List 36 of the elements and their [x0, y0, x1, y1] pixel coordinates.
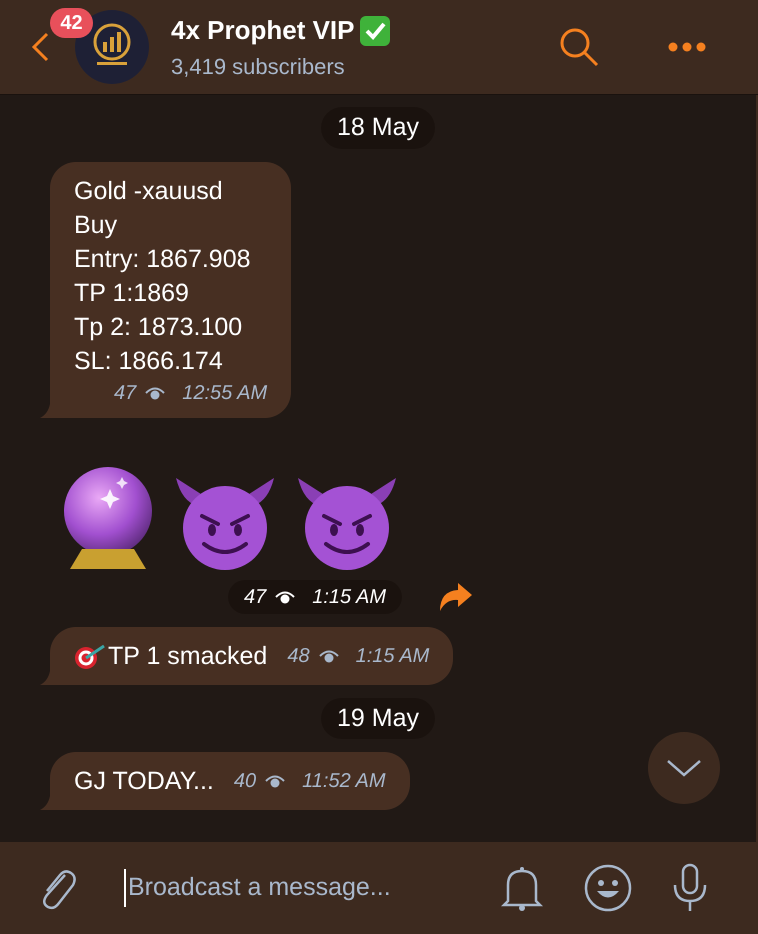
views-icon [264, 774, 286, 788]
unread-badge: 42 [50, 8, 93, 38]
more-icon [668, 42, 706, 52]
channel-title: 4x Prophet VIP [171, 14, 354, 47]
views-icon [144, 386, 166, 400]
view-count: 47 [244, 584, 266, 610]
views-icon [274, 590, 296, 604]
microphone-icon[interactable] [672, 863, 708, 913]
message-time: 11:52 AM [302, 769, 386, 794]
search-icon [558, 26, 600, 68]
search-button[interactable] [558, 26, 600, 68]
message-line: Tp 2: 1873.100 [74, 312, 244, 342]
message-line: TP 1:1869 [74, 278, 190, 308]
date-pill: 19 May [321, 698, 435, 739]
message-line: Entry: 1867.908 [74, 244, 252, 274]
more-button[interactable] [668, 42, 706, 52]
back-icon [30, 32, 50, 62]
message-time: 1:15 AM [312, 584, 386, 610]
message-line: Gold -xauusd [74, 176, 224, 206]
views-icon [318, 648, 340, 662]
chevron-down-icon [666, 759, 702, 777]
message-input[interactable]: Broadcast a message... [124, 869, 444, 907]
message-text: GJ TODAY... [74, 766, 214, 797]
subscriber-count: 3,419 subscribers [171, 53, 346, 81]
bell-icon[interactable] [500, 865, 544, 911]
share-icon[interactable] [438, 582, 472, 610]
view-count: 47 [114, 380, 136, 406]
message-line: SL: 1866.174 [74, 346, 224, 376]
message-time: 1:15 AM [356, 644, 430, 668]
view-count: 48 [287, 644, 310, 668]
message-time: 12:55 AM [182, 380, 268, 406]
view-count: 40 [234, 769, 256, 794]
date-pill: 18 May [321, 107, 435, 148]
emoji-icon[interactable] [584, 864, 632, 912]
message-text: TP 1 smacked [108, 640, 268, 672]
message-line: Buy [74, 210, 118, 240]
